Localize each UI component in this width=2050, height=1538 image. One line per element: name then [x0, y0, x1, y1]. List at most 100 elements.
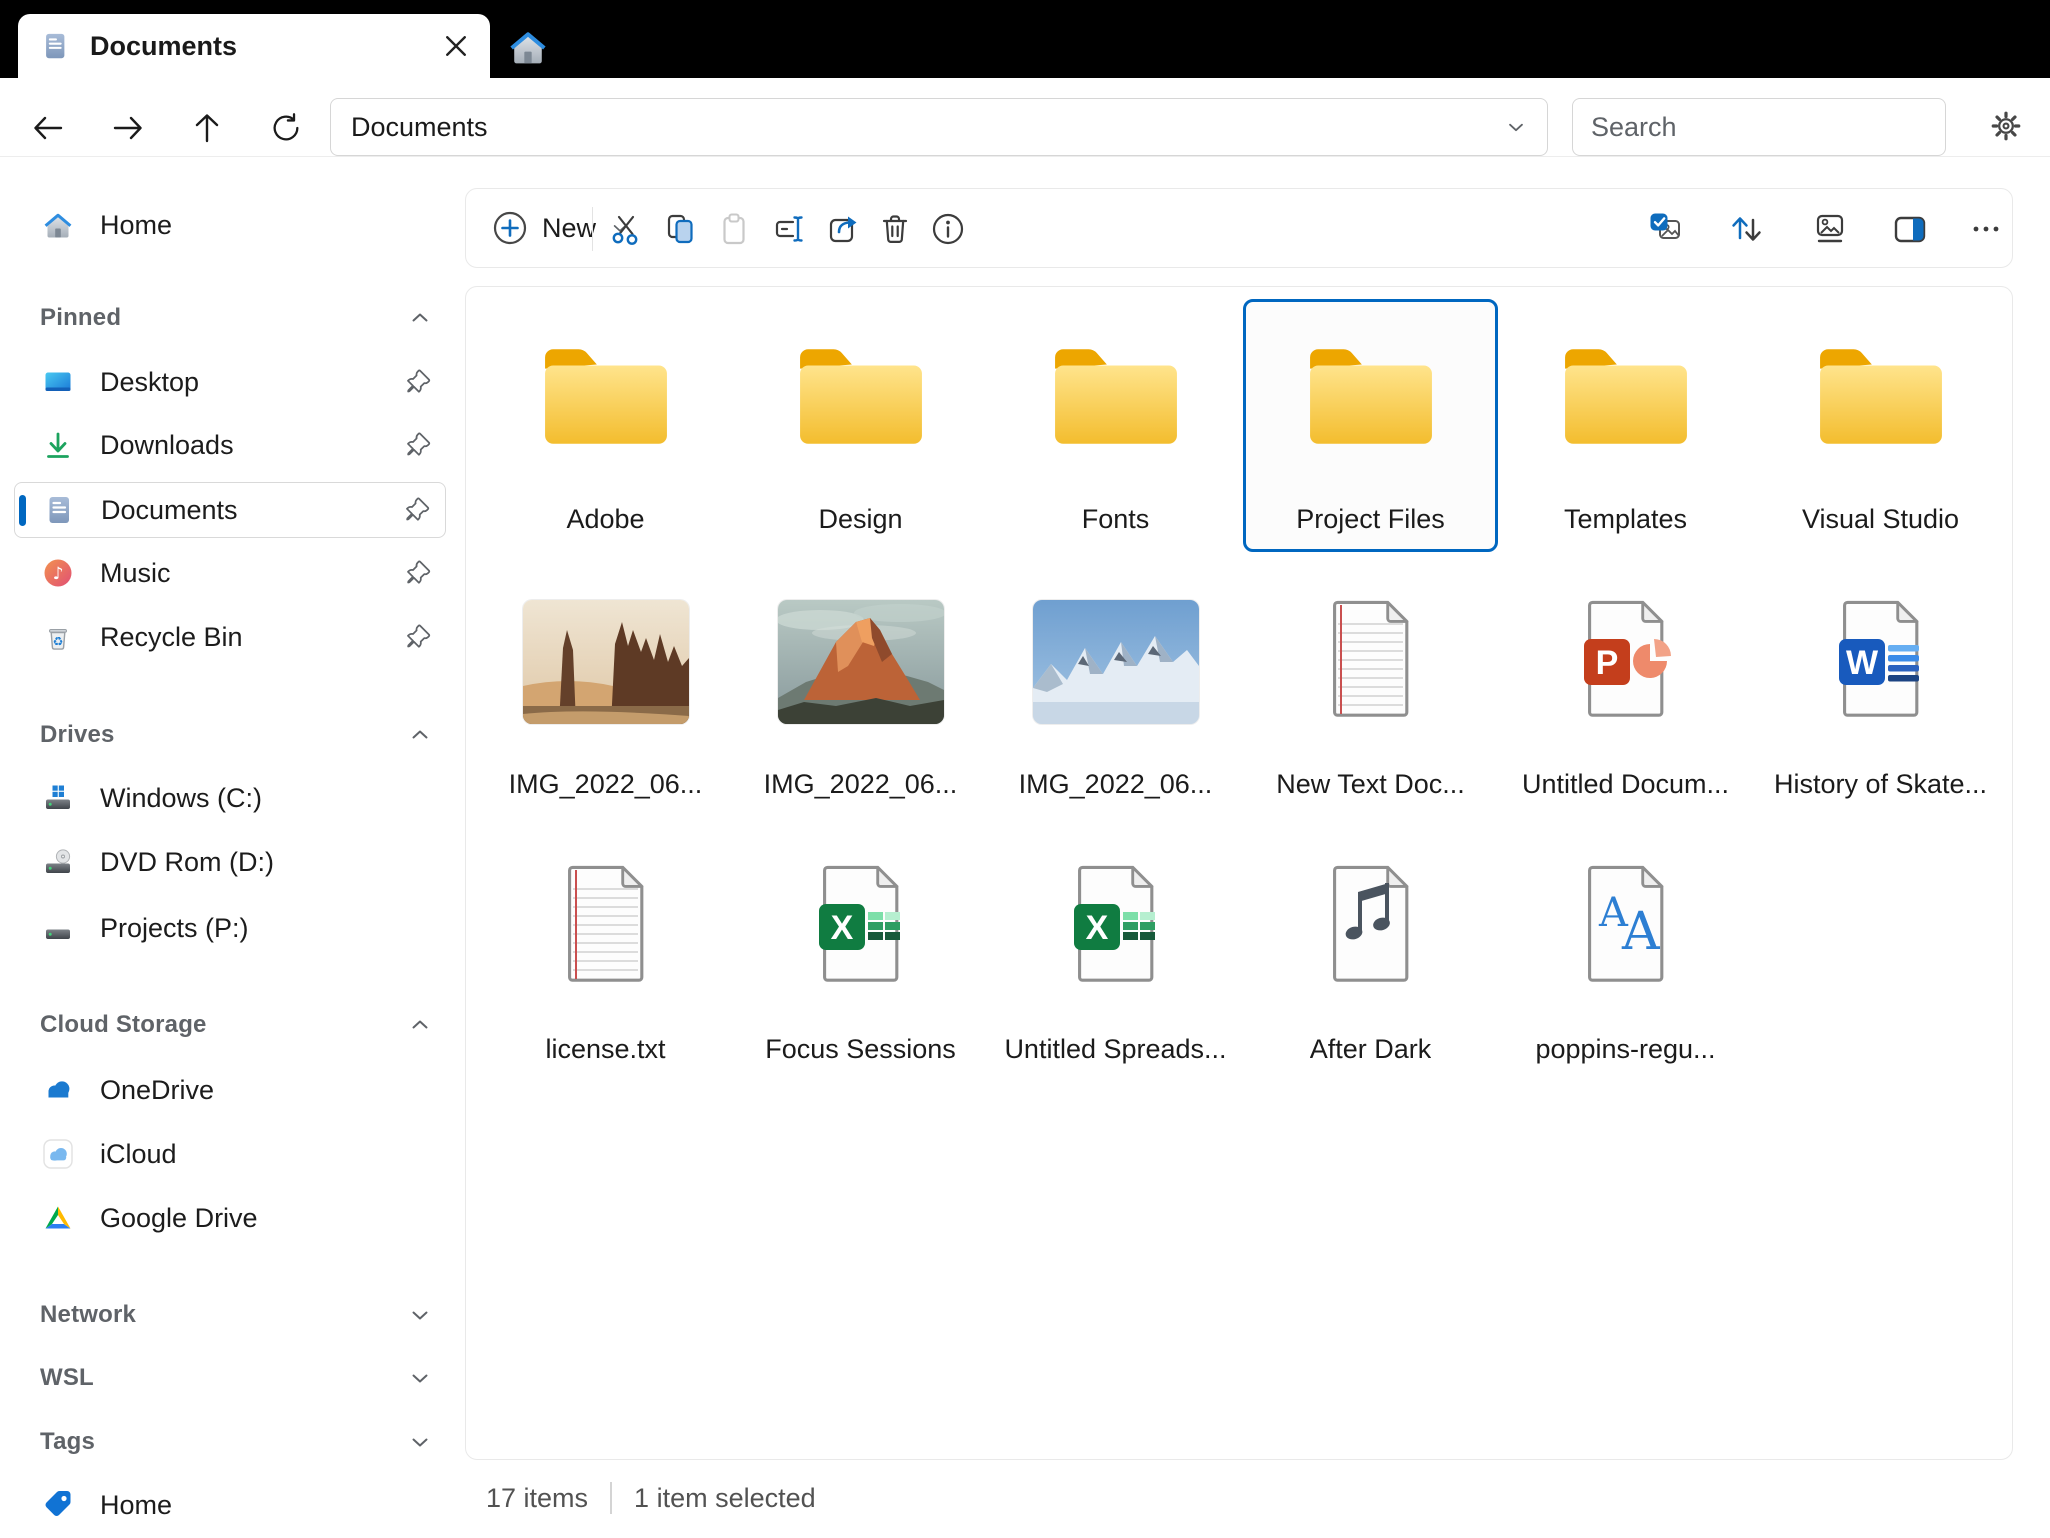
sidebar-item-recycle-bin[interactable]: Recycle Bin: [14, 609, 446, 665]
rename-icon: [775, 216, 803, 242]
chevron-down-icon[interactable]: [1505, 116, 1527, 138]
refresh-button[interactable]: [262, 104, 310, 152]
copy-button[interactable]: [660, 209, 700, 249]
file-tile-adobe[interactable]: Adobe: [478, 299, 733, 552]
file-tile-new-text-doc[interactable]: New Text Doc...: [1243, 564, 1498, 817]
sidebar-item-music[interactable]: Music: [14, 545, 446, 601]
select-button[interactable]: [1646, 209, 1686, 249]
pin-icon[interactable]: [406, 432, 432, 458]
view-icon: [1816, 214, 1844, 243]
address-bar[interactable]: [330, 98, 1548, 156]
file-tile-templates[interactable]: Templates: [1498, 299, 1753, 552]
back-button[interactable]: [24, 104, 72, 152]
pin-icon[interactable]: [406, 369, 432, 395]
file-tile-img-sunset[interactable]: IMG_2022_06...: [733, 564, 988, 817]
file-tile-fonts[interactable]: Fonts: [988, 299, 1243, 552]
view-button[interactable]: [1810, 209, 1850, 249]
sidebar-item-label: DVD Rom (D:): [100, 846, 274, 877]
sidebar-item-downloads[interactable]: Downloads: [14, 417, 446, 473]
sidebar-section-pinned[interactable]: Pinned: [40, 296, 432, 340]
sidebar-item-label: Projects (P:): [100, 912, 249, 943]
file-tile-history-of-skate[interactable]: History of Skate...: [1753, 564, 2008, 817]
sort-button[interactable]: [1726, 209, 1766, 249]
delete-button[interactable]: [875, 209, 915, 249]
pin-icon[interactable]: [405, 497, 431, 523]
sidebar-item-documents[interactable]: Documents: [14, 482, 446, 538]
file-name: New Text Doc...: [1276, 769, 1465, 799]
file-tile-license-txt[interactable]: license.txt: [478, 829, 733, 1082]
sidebar-item-label: Home: [100, 1489, 173, 1520]
file-name: Untitled Spreads...: [1004, 1034, 1227, 1064]
photo-thumbnail: [1033, 600, 1199, 724]
multi-select-icon: [1650, 213, 1680, 239]
file-tile-visual-studio[interactable]: Visual Studio: [1753, 299, 2008, 552]
sidebar-item-label: Home: [100, 209, 173, 240]
sidebar-section-cloud-storage[interactable]: Cloud Storage: [40, 1003, 432, 1047]
file-tile-poppins-regular[interactable]: poppins-regu...: [1498, 829, 1753, 1082]
paste-icon: [723, 213, 745, 245]
sidebar-item-tag-home[interactable]: Home: [14, 1477, 446, 1533]
rename-button[interactable]: [769, 209, 809, 249]
cut-button[interactable]: [606, 209, 646, 249]
more-options-button[interactable]: [1966, 209, 2006, 249]
excel-file-icon: [1066, 862, 1166, 992]
pin-icon[interactable]: [406, 624, 432, 650]
file-tile-img-snow[interactable]: IMG_2022_06...: [988, 564, 1243, 817]
home-icon: [507, 26, 549, 68]
chevron-down-icon[interactable]: [408, 1366, 432, 1390]
file-tile-after-dark[interactable]: After Dark: [1243, 829, 1498, 1082]
sidebar-item-windows-c[interactable]: Windows (C:): [14, 770, 446, 826]
properties-button[interactable]: [928, 209, 968, 249]
chevron-up-icon[interactable]: [408, 1013, 432, 1037]
sidebar-item-onedrive[interactable]: OneDrive: [14, 1062, 446, 1118]
paste-button[interactable]: [714, 209, 754, 249]
sidebar-item-google-drive[interactable]: Google Drive: [14, 1190, 446, 1246]
file-name: IMG_2022_06...: [763, 769, 958, 799]
search-box[interactable]: [1572, 98, 1946, 156]
sidebar-item-dvd-rom[interactable]: DVD Rom (D:): [14, 834, 446, 890]
pin-icon[interactable]: [406, 560, 432, 586]
text-file-icon: [1321, 597, 1421, 727]
sidebar-item-projects-p[interactable]: Projects (P:): [14, 900, 446, 956]
file-name: IMG_2022_06...: [1018, 769, 1213, 799]
sidebar-item-label: Documents: [101, 494, 238, 525]
search-input[interactable]: [1591, 111, 1945, 143]
folder-icon: [1051, 344, 1181, 450]
file-tile-focus-sessions[interactable]: Focus Sessions: [733, 829, 988, 1082]
file-tile-untitled-document[interactable]: Untitled Docum...: [1498, 564, 1753, 817]
music-icon: [42, 557, 74, 589]
sidebar-item-label: iCloud: [100, 1138, 177, 1169]
chevron-down-icon[interactable]: [408, 1430, 432, 1454]
sidebar-section-tags[interactable]: Tags: [40, 1420, 432, 1464]
tab-documents[interactable]: Documents: [18, 14, 490, 78]
file-name: Focus Sessions: [765, 1034, 956, 1064]
audio-file-icon: [1321, 862, 1421, 992]
file-grid-panel: Adobe Design Fonts Project Files Templat…: [465, 286, 2013, 1460]
new-tab-home-button[interactable]: [505, 24, 551, 70]
sidebar-section-network[interactable]: Network: [40, 1293, 432, 1337]
sidebar-item-label: Google Drive: [100, 1202, 258, 1233]
sidebar-item-desktop[interactable]: Desktop: [14, 354, 446, 410]
sidebar-item-icloud[interactable]: iCloud: [14, 1126, 446, 1182]
up-button[interactable]: [183, 104, 231, 152]
arrow-right-icon: [113, 116, 142, 140]
chevron-up-icon[interactable]: [408, 723, 432, 747]
chevron-up-icon[interactable]: [408, 306, 432, 330]
sidebar-section-drives[interactable]: Drives: [40, 713, 432, 757]
settings-button[interactable]: [1980, 100, 2032, 152]
file-tile-img-desert[interactable]: IMG_2022_06...: [478, 564, 733, 817]
sidebar-item-home[interactable]: Home: [14, 197, 446, 253]
forward-button[interactable]: [104, 104, 152, 152]
file-tile-untitled-spreadsheet[interactable]: Untitled Spreads...: [988, 829, 1243, 1082]
sidebar-section-wsl[interactable]: WSL: [40, 1356, 432, 1400]
file-name: Design: [818, 504, 903, 534]
share-button[interactable]: [823, 209, 863, 249]
close-tab-icon[interactable]: [438, 28, 474, 64]
chevron-down-icon[interactable]: [408, 1303, 432, 1327]
address-input[interactable]: [351, 111, 1505, 143]
file-tile-project-files[interactable]: Project Files: [1243, 299, 1498, 552]
file-explorer-window: Documents Documents Search Home Pinned D…: [0, 0, 2050, 1538]
file-tile-design[interactable]: Design: [733, 299, 988, 552]
items-count: 17 items: [486, 1482, 589, 1513]
details-pane-button[interactable]: [1890, 209, 1930, 249]
